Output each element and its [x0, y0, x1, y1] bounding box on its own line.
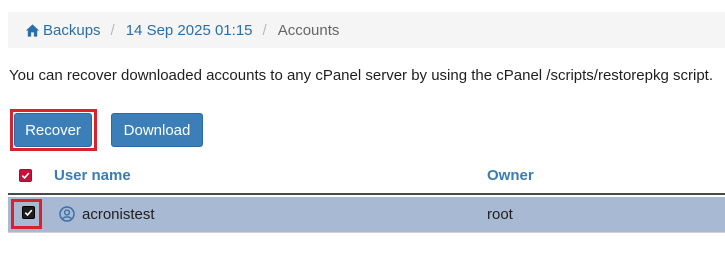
breadcrumb-separator: / [110, 21, 115, 39]
breadcrumb-date-link[interactable]: 14 Sep 2025 01:15 [126, 22, 253, 39]
check-icon [21, 172, 30, 180]
download-button[interactable]: Download [111, 113, 203, 147]
column-header-user-name[interactable]: User name [54, 167, 131, 184]
cell-user-name: acronistest [82, 206, 155, 223]
table-row[interactable]: acronistest root [8, 197, 725, 233]
home-icon [25, 23, 40, 37]
breadcrumb-separator: / [262, 21, 267, 39]
column-header-owner[interactable]: Owner [487, 167, 534, 184]
row-checkbox[interactable] [22, 206, 35, 219]
user-icon [59, 206, 75, 222]
recover-button[interactable]: Recover [14, 113, 92, 147]
check-icon [24, 209, 33, 217]
breadcrumb-current: Accounts [277, 21, 340, 39]
table-header: User name Owner [8, 158, 725, 195]
select-all-checkbox[interactable] [19, 169, 32, 182]
intro-text: You can recover downloaded accounts to a… [9, 67, 713, 84]
breadcrumb-backups-link[interactable]: Backups [25, 22, 101, 39]
breadcrumb-backups-label: Backups [43, 21, 101, 39]
breadcrumb: Backups / 14 Sep 2025 01:15 / Accounts [8, 12, 725, 48]
cell-owner: root [487, 206, 513, 223]
